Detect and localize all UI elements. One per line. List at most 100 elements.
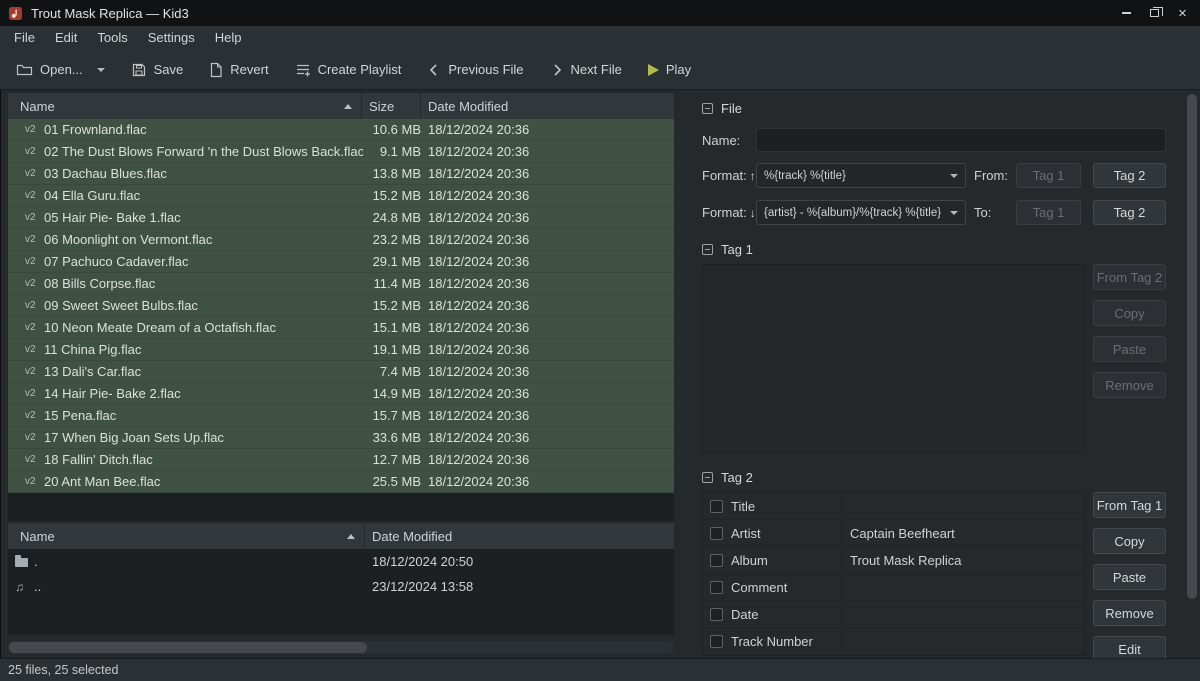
file-size: 15.2 MB [363,298,421,313]
tag2-field-row-comment[interactable]: Comment [703,574,1084,601]
filename-input[interactable] [756,128,1166,152]
revert-label: Revert [230,62,268,77]
file-panel: Name Size Date Modified v201 Frownland.f… [0,90,674,658]
scrollbar-thumb[interactable] [1187,94,1197,599]
tag2-edit-button[interactable]: Edit [1093,636,1166,658]
create-playlist-button[interactable]: Create Playlist [295,62,402,78]
tag1-paste-button[interactable]: Paste [1093,336,1166,362]
next-file-button[interactable]: Next File [550,62,622,77]
file-row[interactable]: v204 Ella Guru.flac15.2 MB18/12/2024 20:… [8,185,674,207]
vertical-scrollbar[interactable] [1184,90,1200,658]
field-checkbox[interactable] [710,608,723,621]
tag2-field-row-track-number[interactable]: Track Number [703,628,1084,655]
close-button[interactable]: × [1173,5,1192,22]
field-value[interactable] [843,493,1084,519]
tag2-field-row-album[interactable]: AlbumTrout Mask Replica [703,547,1084,574]
minimize-icon [1122,12,1131,14]
window-controls: × [1117,5,1192,22]
field-value[interactable] [843,601,1084,627]
collapse-toggle-icon[interactable] [702,244,713,255]
file-size: 29.1 MB [363,254,421,269]
arrow-up-icon: ↑ [750,169,756,183]
file-row[interactable]: v201 Frownland.flac10.6 MB18/12/2024 20:… [8,119,674,141]
field-checkbox[interactable] [710,500,723,513]
column-header-dir-name[interactable]: Name [8,523,365,549]
from-tag2-button[interactable]: Tag 2 [1093,163,1166,188]
file-row[interactable]: v202 The Dust Blows Forward 'n the Dust … [8,141,674,163]
tag2-paste-button[interactable]: Paste [1093,564,1166,590]
file-date: 18/12/2024 20:36 [421,298,674,313]
file-row[interactable]: v214 Hair Pie- Bake 2.flac14.9 MB18/12/2… [8,383,674,405]
field-checkbox[interactable] [710,635,723,648]
file-section-header: File [702,98,1166,118]
file-row[interactable]: v218 Fallin' Ditch.flac12.7 MB18/12/2024… [8,449,674,471]
format-from-combobox[interactable]: %{track} %{title} [756,163,966,188]
directory-name: . [34,554,365,569]
file-date: 18/12/2024 20:36 [421,166,674,181]
field-checkbox[interactable] [710,581,723,594]
tag1-copy-button[interactable]: Copy [1093,300,1166,326]
file-row[interactable]: v217 When Big Joan Sets Up.flac33.6 MB18… [8,427,674,449]
field-value[interactable] [843,574,1084,600]
file-date: 18/12/2024 20:36 [421,254,674,269]
menu-item-tools[interactable]: Tools [87,26,137,50]
file-name: 05 Hair Pie- Bake 1.flac [44,210,363,225]
file-row[interactable]: v203 Dachau Blues.flac13.8 MB18/12/2024 … [8,163,674,185]
open-button[interactable]: Open... [16,62,105,77]
field-label: Comment [731,580,787,595]
scrollbar-thumb[interactable] [9,642,367,653]
file-row[interactable]: v213 Dali's Car.flac7.4 MB18/12/2024 20:… [8,361,674,383]
file-row[interactable]: v220 Ant Man Bee.flac25.5 MB18/12/2024 2… [8,471,674,493]
tag1-remove-button[interactable]: Remove [1093,372,1166,398]
tag2-field-row-date[interactable]: Date [703,601,1084,628]
collapse-toggle-icon[interactable] [702,103,713,114]
column-header-dir-date[interactable]: Date Modified [365,529,674,544]
file-row[interactable]: v211 China Pig.flac19.1 MB18/12/2024 20:… [8,339,674,361]
menu-item-edit[interactable]: Edit [45,26,87,50]
from-tag1-button[interactable]: Tag 1 [1016,163,1081,188]
horizontal-scrollbar[interactable] [8,641,674,654]
file-list-body: v201 Frownland.flac10.6 MB18/12/2024 20:… [8,119,674,521]
file-name: 20 Ant Man Bee.flac [44,474,363,489]
file-row[interactable]: v205 Hair Pie- Bake 1.flac24.8 MB18/12/2… [8,207,674,229]
field-value[interactable] [843,628,1084,654]
format-to-combobox[interactable]: {artist} - %{album}/%{track} %{title} [756,200,966,225]
to-tag1-button[interactable]: Tag 1 [1016,200,1081,225]
tag1-from-tag-2-button[interactable]: From Tag 2 [1093,264,1166,290]
menu-item-file[interactable]: File [4,26,45,50]
tag1-table[interactable] [702,264,1085,452]
field-value[interactable]: Captain Beefheart [843,520,1084,546]
field-checkbox[interactable] [710,527,723,540]
file-row[interactable]: v215 Pena.flac15.7 MB18/12/2024 20:36 [8,405,674,427]
minimize-button[interactable] [1117,5,1136,22]
save-button[interactable]: Save [131,62,184,78]
file-row[interactable]: v209 Sweet Sweet Bulbs.flac15.2 MB18/12/… [8,295,674,317]
collapse-toggle-icon[interactable] [702,472,713,483]
field-checkbox[interactable] [710,554,723,567]
tag2-field-row-title[interactable]: Title [703,493,1084,520]
revert-button[interactable]: Revert [209,62,268,78]
file-date: 18/12/2024 20:36 [421,232,674,247]
tag2-field-row-artist[interactable]: ArtistCaptain Beefheart [703,520,1084,547]
file-row[interactable]: v208 Bills Corpse.flac11.4 MB18/12/2024 … [8,273,674,295]
tag2-from-tag-1-button[interactable]: From Tag 1 [1093,492,1166,518]
menu-item-help[interactable]: Help [205,26,252,50]
file-name: 15 Pena.flac [44,408,363,423]
play-button[interactable]: Play [648,62,691,77]
column-header-size[interactable]: Size [362,93,421,119]
directory-row[interactable]: .18/12/2024 20:50 [8,549,674,574]
column-header-date[interactable]: Date Modified [421,99,674,114]
file-row[interactable]: v207 Pachuco Cadaver.flac29.1 MB18/12/20… [8,251,674,273]
to-tag2-button[interactable]: Tag 2 [1093,200,1166,225]
tag2-remove-button[interactable]: Remove [1093,600,1166,626]
file-row[interactable]: v206 Moonlight on Vermont.flac23.2 MB18/… [8,229,674,251]
restore-button[interactable] [1145,5,1164,22]
directory-row[interactable]: ♫..23/12/2024 13:58 [8,574,674,599]
file-row[interactable]: v210 Neon Meate Dream of a Octafish.flac… [8,317,674,339]
tag2-copy-button[interactable]: Copy [1093,528,1166,554]
previous-file-button[interactable]: Previous File [427,62,523,77]
chevron-down-icon[interactable] [97,68,105,72]
field-value[interactable]: Trout Mask Replica [843,547,1084,573]
menu-item-settings[interactable]: Settings [138,26,205,50]
column-header-name[interactable]: Name [8,93,362,119]
